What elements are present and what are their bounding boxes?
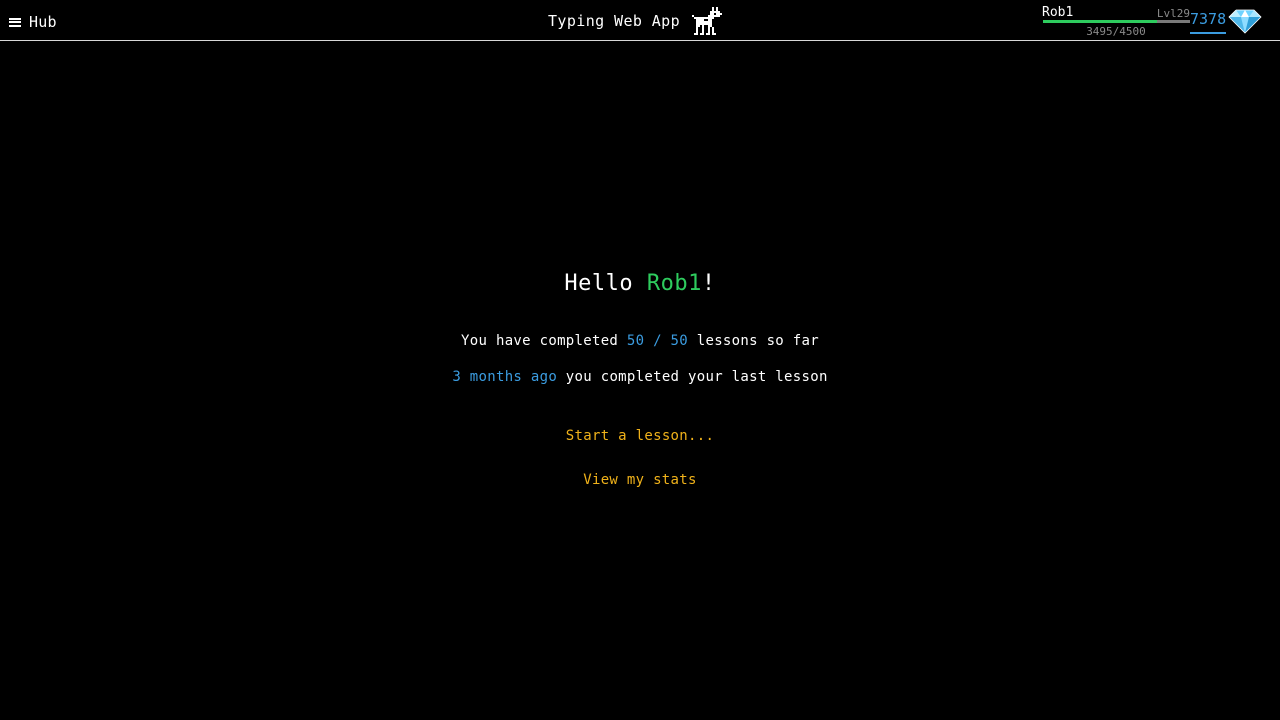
xp-progress-bar bbox=[1043, 20, 1190, 23]
username: Rob1 bbox=[1042, 5, 1074, 20]
lessons-count: 50 / 50 bbox=[626, 333, 689, 349]
lessons-progress-prefix: You have completed bbox=[461, 333, 627, 349]
dog-icon bbox=[692, 7, 723, 35]
app-title-text: Typing Web App bbox=[548, 12, 681, 30]
gem-balance[interactable]: 7378 bbox=[1190, 8, 1262, 34]
last-lesson-suffix: you completed your last lesson bbox=[557, 369, 828, 385]
start-lesson-link[interactable]: Start a lesson... bbox=[566, 428, 714, 444]
hamburger-icon bbox=[9, 17, 21, 27]
user-profile[interactable]: Rob1 Lvl29 3495/4500 bbox=[1042, 4, 1190, 38]
top-bar: Hub Typing Web App Rob1 Lvl29 3495/4500 … bbox=[0, 0, 1280, 41]
xp-progress-fill bbox=[1043, 20, 1158, 23]
lessons-progress-suffix: lessons so far bbox=[688, 333, 819, 349]
view-stats-link[interactable]: View my stats bbox=[583, 472, 696, 488]
last-lesson-info: 3 months ago you completed your last les… bbox=[0, 369, 1280, 385]
app-title: Typing Web App bbox=[548, 7, 723, 35]
greeting: Hello Rob1! bbox=[0, 271, 1280, 296]
greeting-username: Rob1 bbox=[646, 271, 702, 296]
diamond-icon bbox=[1228, 9, 1262, 34]
hub-menu-label: Hub bbox=[29, 13, 57, 31]
last-lesson-time: 3 months ago bbox=[452, 369, 558, 385]
xp-text: 3495/4500 bbox=[1086, 25, 1146, 38]
lessons-progress: You have completed 50 / 50 lessons so fa… bbox=[0, 333, 1280, 349]
greeting-prefix: Hello bbox=[564, 271, 647, 296]
hub-main: Hello Rob1! You have completed 50 / 50 l… bbox=[0, 41, 1280, 720]
start-lesson-row: Start a lesson... bbox=[0, 428, 1280, 444]
greeting-suffix: ! bbox=[701, 271, 716, 296]
view-stats-row: View my stats bbox=[0, 472, 1280, 488]
gem-count: 7378 bbox=[1190, 9, 1227, 34]
hub-menu-button[interactable]: Hub bbox=[9, 12, 57, 32]
user-level: Lvl29 bbox=[1156, 7, 1190, 20]
